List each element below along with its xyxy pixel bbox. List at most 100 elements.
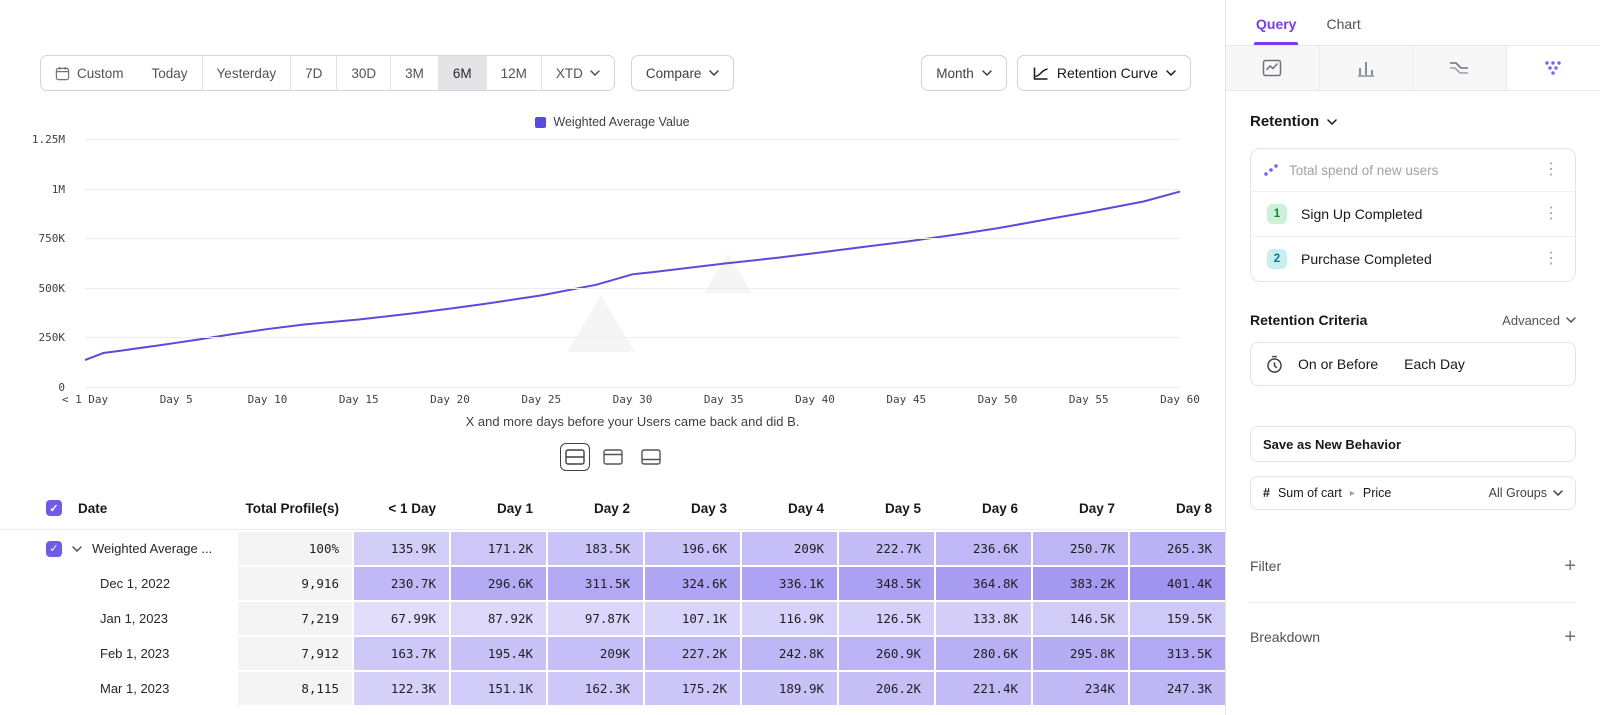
retention-value-cell[interactable]: 159.5K bbox=[1130, 602, 1225, 635]
retention-value-cell[interactable]: 189.9K bbox=[742, 672, 837, 705]
layout-header-row-button[interactable] bbox=[598, 443, 628, 471]
range-yesterday-button[interactable]: Yesterday bbox=[202, 56, 291, 90]
retention-value-cell[interactable]: 227.2K bbox=[645, 637, 740, 670]
y-tick-label: 750K bbox=[39, 232, 66, 245]
retention-value-cell[interactable]: 146.5K bbox=[1033, 602, 1128, 635]
retention-value-cell[interactable]: 324.6K bbox=[645, 567, 740, 600]
retention-steps-icon[interactable] bbox=[1413, 46, 1507, 90]
compare-button[interactable]: Compare bbox=[631, 55, 735, 91]
date-row-label-cell: Mar 1, 2023 bbox=[0, 672, 236, 705]
chart-plot-area[interactable] bbox=[85, 139, 1180, 387]
row-checkbox[interactable]: ✓ bbox=[46, 541, 62, 557]
kebab-menu-icon[interactable]: ⋮ bbox=[1539, 251, 1563, 267]
retention-value-cell[interactable]: 133.8K bbox=[936, 602, 1031, 635]
retention-value-cell[interactable]: 250.7K bbox=[1033, 532, 1128, 565]
kebab-menu-icon[interactable]: ⋮ bbox=[1539, 206, 1563, 222]
chart-type-button[interactable]: Retention Curve bbox=[1017, 55, 1191, 91]
retention-value-cell[interactable]: 336.1K bbox=[742, 567, 837, 600]
retention-value-cell[interactable]: 195.4K bbox=[451, 637, 546, 670]
measure-row[interactable]: # Sum of cart ▸ Price All Groups bbox=[1250, 476, 1576, 510]
save-as-new-behavior-button[interactable]: Save as New Behavior bbox=[1250, 426, 1576, 462]
retention-value-cell[interactable]: 236.6K bbox=[936, 532, 1031, 565]
step-number-badge: 2 bbox=[1267, 249, 1287, 269]
advanced-dropdown[interactable]: Advanced bbox=[1502, 313, 1576, 328]
layout-split-rows-button[interactable] bbox=[560, 443, 590, 471]
behavior-step-2[interactable]: 2Purchase Completed⋮ bbox=[1251, 236, 1575, 281]
retention-value-cell[interactable]: 311.5K bbox=[548, 567, 643, 600]
condition-selector[interactable]: On or Before bbox=[1298, 356, 1378, 372]
granularity-month-button[interactable]: Month bbox=[921, 55, 1007, 91]
row-expand-chevron-icon[interactable] bbox=[72, 546, 82, 552]
retention-value-cell[interactable]: 171.2K bbox=[451, 532, 546, 565]
retention-value-cell[interactable]: 209K bbox=[742, 532, 837, 565]
add-breakdown-button[interactable]: + bbox=[1564, 627, 1576, 647]
retention-value-cell[interactable]: 196.6K bbox=[645, 532, 740, 565]
retention-value-cell[interactable]: 295.8K bbox=[1033, 637, 1128, 670]
x-tick-label: Day 35 bbox=[704, 393, 744, 406]
column-header: Day 8 bbox=[1130, 487, 1225, 529]
breakdown-label: Breakdown bbox=[1250, 629, 1320, 645]
summary-row-label-cell[interactable]: ✓Weighted Average ... bbox=[0, 532, 236, 565]
retention-value-cell[interactable]: 116.9K bbox=[742, 602, 837, 635]
behavior-step-1[interactable]: 1Sign Up Completed⋮ bbox=[1251, 191, 1575, 236]
range-today-button[interactable]: Today bbox=[138, 56, 202, 90]
retention-value-cell[interactable]: 348.5K bbox=[839, 567, 934, 600]
retention-value-cell[interactable]: 265.3K bbox=[1130, 532, 1225, 565]
kebab-menu-icon[interactable]: ⋮ bbox=[1539, 162, 1563, 178]
bar-chart-icon[interactable] bbox=[1320, 46, 1414, 90]
retention-value-cell[interactable]: 313.5K bbox=[1130, 637, 1225, 670]
range-7d-button[interactable]: 7D bbox=[290, 56, 336, 90]
layout-top-row-icon bbox=[603, 449, 623, 465]
date-row-label-cell: Feb 1, 2023 bbox=[0, 637, 236, 670]
behavior-title: Total spend of new users bbox=[1289, 163, 1438, 178]
range-xtd-button[interactable]: XTD bbox=[541, 56, 614, 90]
retention-value-cell[interactable]: 222.7K bbox=[839, 532, 934, 565]
retention-value-cell[interactable]: 260.9K bbox=[839, 637, 934, 670]
retention-value-cell[interactable]: 234K bbox=[1033, 672, 1128, 705]
all-groups-dropdown[interactable]: All Groups bbox=[1489, 486, 1563, 500]
range-30d-button[interactable]: 30D bbox=[336, 56, 390, 90]
segmentation-dots-icon[interactable] bbox=[1507, 46, 1600, 90]
layout-rows-icon bbox=[565, 449, 585, 465]
retention-value-cell[interactable]: 230.7K bbox=[354, 567, 449, 600]
retention-value-cell[interactable]: 107.1K bbox=[645, 602, 740, 635]
tab-chart[interactable]: Chart bbox=[1326, 16, 1360, 45]
column-header: Day 5 bbox=[839, 487, 934, 529]
retention-value-cell[interactable]: 97.87K bbox=[548, 602, 643, 635]
retention-value-cell[interactable]: 163.7K bbox=[354, 637, 449, 670]
x-tick-label: Day 15 bbox=[339, 393, 379, 406]
retention-value-cell[interactable]: 206.2K bbox=[839, 672, 934, 705]
retention-value-cell[interactable]: 151.1K bbox=[451, 672, 546, 705]
retention-value-cell[interactable]: 175.2K bbox=[645, 672, 740, 705]
tab-query[interactable]: Query bbox=[1256, 16, 1296, 45]
range-12m-button[interactable]: 12M bbox=[486, 56, 541, 90]
retention-value-cell[interactable]: 221.4K bbox=[936, 672, 1031, 705]
retention-value-cell[interactable]: 242.8K bbox=[742, 637, 837, 670]
range-6m-button[interactable]: 6M bbox=[438, 56, 486, 90]
retention-value-cell[interactable]: 280.6K bbox=[936, 637, 1031, 670]
retention-value-cell[interactable]: 122.3K bbox=[354, 672, 449, 705]
retention-value-cell[interactable]: 247.3K bbox=[1130, 672, 1225, 705]
retention-value-cell[interactable]: 162.3K bbox=[548, 672, 643, 705]
retention-value-cell[interactable]: 126.5K bbox=[839, 602, 934, 635]
retention-value-cell[interactable]: 67.99K bbox=[354, 602, 449, 635]
frequency-selector[interactable]: Each Day bbox=[1404, 356, 1465, 372]
layout-plain-button[interactable] bbox=[636, 443, 666, 471]
chart-type-icon-row bbox=[1226, 46, 1600, 91]
total-profiles-cell: 8,115 bbox=[238, 672, 352, 705]
range-3m-button[interactable]: 3M bbox=[390, 56, 438, 90]
retention-value-cell[interactable]: 183.5K bbox=[548, 532, 643, 565]
retention-value-cell[interactable]: 135.9K bbox=[354, 532, 449, 565]
retention-value-cell[interactable]: 209K bbox=[548, 637, 643, 670]
retention-value-cell[interactable]: 383.2K bbox=[1033, 567, 1128, 600]
retention-value-cell[interactable]: 401.4K bbox=[1130, 567, 1225, 600]
retention-value-cell[interactable]: 296.6K bbox=[451, 567, 546, 600]
retention-value-cell[interactable]: 364.8K bbox=[936, 567, 1031, 600]
retention-value-cell[interactable]: 87.92K bbox=[451, 602, 546, 635]
add-filter-button[interactable]: + bbox=[1564, 556, 1576, 576]
insights-chart-icon[interactable] bbox=[1226, 46, 1320, 90]
range-custom-button[interactable]: Custom bbox=[41, 56, 138, 90]
select-all-checkbox[interactable]: ✓ bbox=[46, 500, 62, 516]
behavior-header[interactable]: Total spend of new users ⋮ bbox=[1251, 149, 1575, 191]
retention-section-toggle[interactable]: Retention bbox=[1250, 113, 1576, 130]
